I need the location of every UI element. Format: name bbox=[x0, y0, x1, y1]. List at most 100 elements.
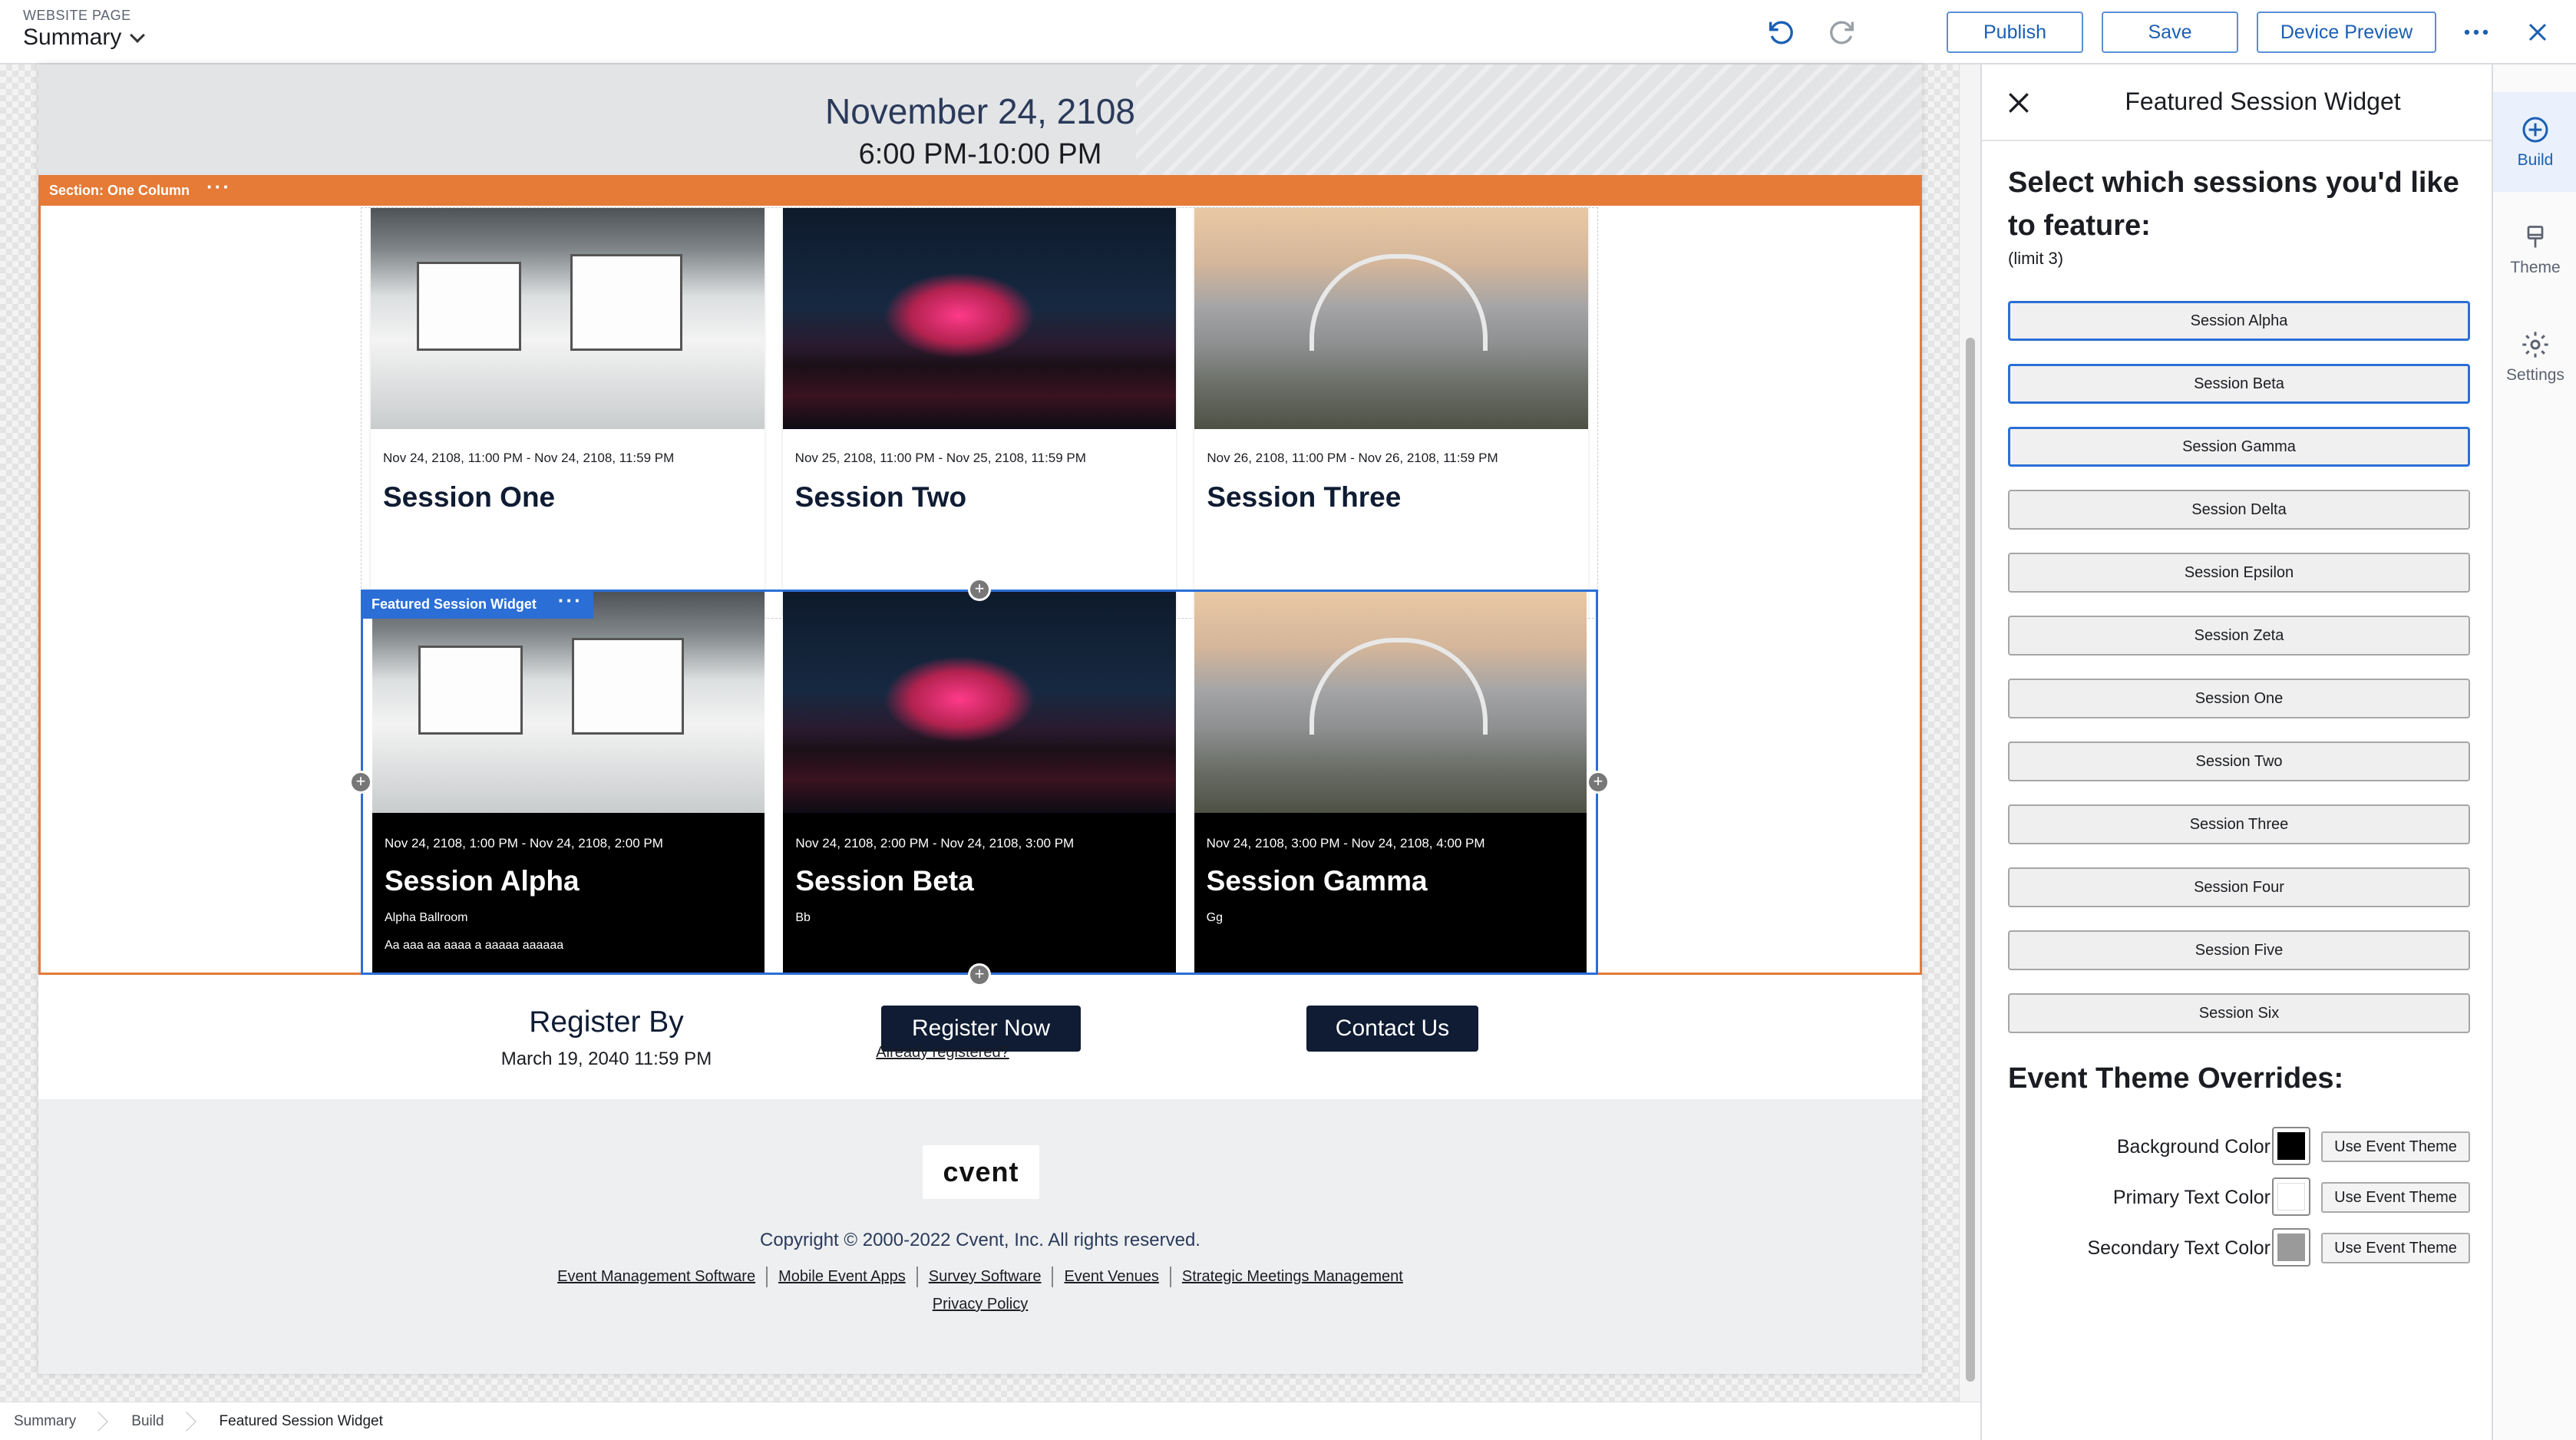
session-title: Session Beta bbox=[795, 865, 974, 897]
use-event-theme-button[interactable]: Use Event Theme bbox=[2321, 1182, 2470, 1213]
footer-link[interactable]: Event Venues bbox=[1053, 1267, 1171, 1287]
session-toggle-beta[interactable]: Session Beta bbox=[2008, 364, 2470, 404]
footer-link[interactable]: Mobile Event Apps bbox=[768, 1267, 918, 1287]
cvent-logo: cvent bbox=[923, 1145, 1039, 1199]
hero-banner: November 24, 2108 6:00 PM-10:00 PM bbox=[38, 64, 1922, 175]
panel-header: Featured Session Widget bbox=[1982, 64, 2493, 141]
featured-session-card[interactable]: Nov 24, 2108, 3:00 PM - Nov 24, 2108, 4:… bbox=[1194, 592, 1587, 973]
use-event-theme-button[interactable]: Use Event Theme bbox=[2321, 1233, 2470, 1263]
session-image bbox=[1194, 208, 1589, 429]
save-button[interactable]: Save bbox=[2102, 12, 2238, 53]
register-by-title: Register By bbox=[529, 1006, 684, 1039]
breadcrumb-current: Featured Session Widget bbox=[219, 1412, 383, 1429]
website-page-preview: November 24, 2108 6:00 PM-10:00 PM Secti… bbox=[38, 64, 1922, 1374]
session-toggle-two[interactable]: Session Two bbox=[2008, 741, 2470, 781]
add-left-icon[interactable]: + bbox=[349, 771, 372, 794]
breadcrumb-item[interactable]: Summary bbox=[14, 1411, 131, 1432]
privacy-policy-link[interactable]: Privacy Policy bbox=[38, 1296, 1922, 1313]
featured-session-card[interactable]: Nov 24, 2108, 1:00 PM - Nov 24, 2108, 2:… bbox=[372, 592, 765, 973]
featured-session-widget[interactable]: Nov 24, 2108, 1:00 PM - Nov 24, 2108, 2:… bbox=[361, 590, 1598, 975]
widget-label: Featured Session Widget bbox=[372, 596, 537, 612]
session-toggle-gamma[interactable]: Session Gamma bbox=[2008, 427, 2470, 467]
override-label: Primary Text Color bbox=[2112, 1187, 2271, 1208]
session-date: Nov 25, 2108, 11:00 PM - Nov 25, 2108, 1… bbox=[794, 451, 1086, 465]
contact-us-button[interactable]: Contact Us bbox=[1306, 1006, 1478, 1052]
plus-circle-icon bbox=[2522, 117, 2548, 143]
page-selector[interactable]: Summary bbox=[23, 25, 146, 51]
device-preview-button[interactable]: Device Preview bbox=[2257, 12, 2436, 53]
session-toggle-three[interactable]: Session Three bbox=[2008, 804, 2470, 844]
session-toggle-zeta[interactable]: Session Zeta bbox=[2008, 616, 2470, 656]
rail-theme[interactable]: Theme bbox=[2493, 200, 2576, 299]
session-card[interactable]: Nov 25, 2108, 11:00 PM - Nov 25, 2108, 1… bbox=[782, 208, 1177, 618]
footer-links: Event Management Software Mobile Event A… bbox=[38, 1267, 1922, 1287]
session-image bbox=[783, 592, 1176, 813]
footer-link[interactable]: Event Management Software bbox=[547, 1267, 768, 1287]
rail-label: Build bbox=[2517, 151, 2554, 169]
event-date: November 24, 2108 bbox=[824, 91, 1136, 131]
session-toggle-delta[interactable]: Session Delta bbox=[2008, 490, 2470, 530]
widget-toolbar[interactable]: Featured Session Widget ··· bbox=[361, 590, 593, 619]
session-date: Nov 24, 2108, 1:00 PM - Nov 24, 2108, 2:… bbox=[385, 836, 663, 850]
breadcrumb: Summary Build Featured Session Widget bbox=[0, 1402, 1980, 1440]
session-image bbox=[782, 208, 1177, 429]
brush-icon bbox=[2527, 226, 2544, 248]
session-title: Session One bbox=[383, 481, 556, 513]
session-title: Session Gamma bbox=[1206, 865, 1428, 897]
secondary-text-color-row: Secondary Text Color Use Event Theme bbox=[1982, 1228, 2493, 1268]
rail-settings[interactable]: Settings bbox=[2493, 307, 2576, 407]
session-toggle-alpha[interactable]: Session Alpha bbox=[2008, 301, 2470, 341]
session-card[interactable]: Nov 24, 2108, 11:00 PM - Nov 24, 2108, 1… bbox=[371, 208, 765, 618]
add-above-icon[interactable]: + bbox=[968, 578, 991, 601]
limit-note: (limit 3) bbox=[2008, 249, 2064, 268]
session-image bbox=[372, 592, 765, 813]
use-event-theme-button[interactable]: Use Event Theme bbox=[2321, 1131, 2470, 1162]
add-below-icon[interactable]: + bbox=[968, 963, 991, 986]
session-list-widget[interactable]: Nov 24, 2108, 11:00 PM - Nov 24, 2108, 1… bbox=[361, 207, 1598, 619]
footer-link[interactable]: Survey Software bbox=[918, 1267, 1054, 1287]
session-toggle-four[interactable]: Session Four bbox=[2008, 867, 2470, 907]
gear-icon bbox=[2522, 332, 2548, 358]
already-registered-link[interactable]: Already registered? bbox=[850, 1044, 1035, 1062]
publish-button[interactable]: Publish bbox=[1947, 12, 2083, 53]
chevron-down-icon bbox=[130, 28, 146, 43]
override-label: Secondary Text Color bbox=[2087, 1237, 2271, 1259]
scrollbar-thumb[interactable] bbox=[1966, 338, 1975, 1382]
event-time: 6:00 PM-10:00 PM bbox=[858, 138, 1102, 170]
close-panel-icon[interactable] bbox=[2003, 88, 2034, 118]
copyright-text: Copyright © 2000-2022 Cvent, Inc. All ri… bbox=[760, 1230, 1200, 1250]
session-toggle-epsilon[interactable]: Session Epsilon bbox=[2008, 553, 2470, 593]
color-swatch[interactable] bbox=[2272, 1228, 2310, 1267]
canvas-scrollbar[interactable] bbox=[1959, 64, 1980, 1402]
registration-section: Register By March 19, 2040 11:59 PM Regi… bbox=[38, 975, 1922, 1099]
featured-session-card[interactable]: Nov 24, 2108, 2:00 PM - Nov 24, 2108, 3:… bbox=[783, 592, 1176, 973]
add-right-icon[interactable]: + bbox=[1587, 771, 1610, 794]
close-icon[interactable] bbox=[2521, 15, 2555, 49]
section-toolbar[interactable]: Section: One Column ··· bbox=[38, 175, 1922, 206]
footer-link[interactable]: Strategic Meetings Management bbox=[1171, 1267, 1414, 1287]
color-swatch[interactable] bbox=[2272, 1177, 2310, 1216]
widget-settings-panel: Featured Session Widget Select which ses… bbox=[1980, 64, 2493, 1440]
more-icon[interactable] bbox=[2459, 15, 2493, 49]
undo-icon[interactable] bbox=[1764, 15, 1798, 49]
session-card[interactable]: Nov 26, 2108, 11:00 PM - Nov 26, 2108, 1… bbox=[1194, 208, 1589, 618]
rail-build[interactable]: Build bbox=[2493, 92, 2576, 192]
rail-label: Theme bbox=[2510, 259, 2561, 276]
side-rail: Build Theme Settings bbox=[2492, 64, 2576, 1440]
breadcrumb-item[interactable]: Build bbox=[131, 1411, 219, 1432]
redo-icon[interactable] bbox=[1825, 15, 1859, 49]
session-toggle-five[interactable]: Session Five bbox=[2008, 930, 2470, 970]
color-swatch[interactable] bbox=[2272, 1127, 2310, 1165]
override-label: Background Color bbox=[2116, 1136, 2271, 1158]
session-toggle-six[interactable]: Session Six bbox=[2008, 993, 2470, 1033]
session-location: Alpha Ballroom bbox=[385, 911, 468, 924]
session-location: Bb bbox=[795, 911, 811, 924]
session-title: Session Three bbox=[1207, 481, 1402, 513]
session-toggle-one[interactable]: Session One bbox=[2008, 679, 2470, 718]
widget-more-icon[interactable]: ··· bbox=[558, 590, 583, 610]
page-type-label: WEBSITE PAGE bbox=[23, 8, 131, 23]
section-more-icon[interactable]: ··· bbox=[206, 177, 231, 197]
register-by-date: March 19, 2040 11:59 PM bbox=[500, 1049, 712, 1069]
session-description: Aa aaa aa aaaa a aaaaa aaaaaa bbox=[385, 939, 564, 952]
editor-canvas: November 24, 2108 6:00 PM-10:00 PM Secti… bbox=[0, 64, 1980, 1402]
